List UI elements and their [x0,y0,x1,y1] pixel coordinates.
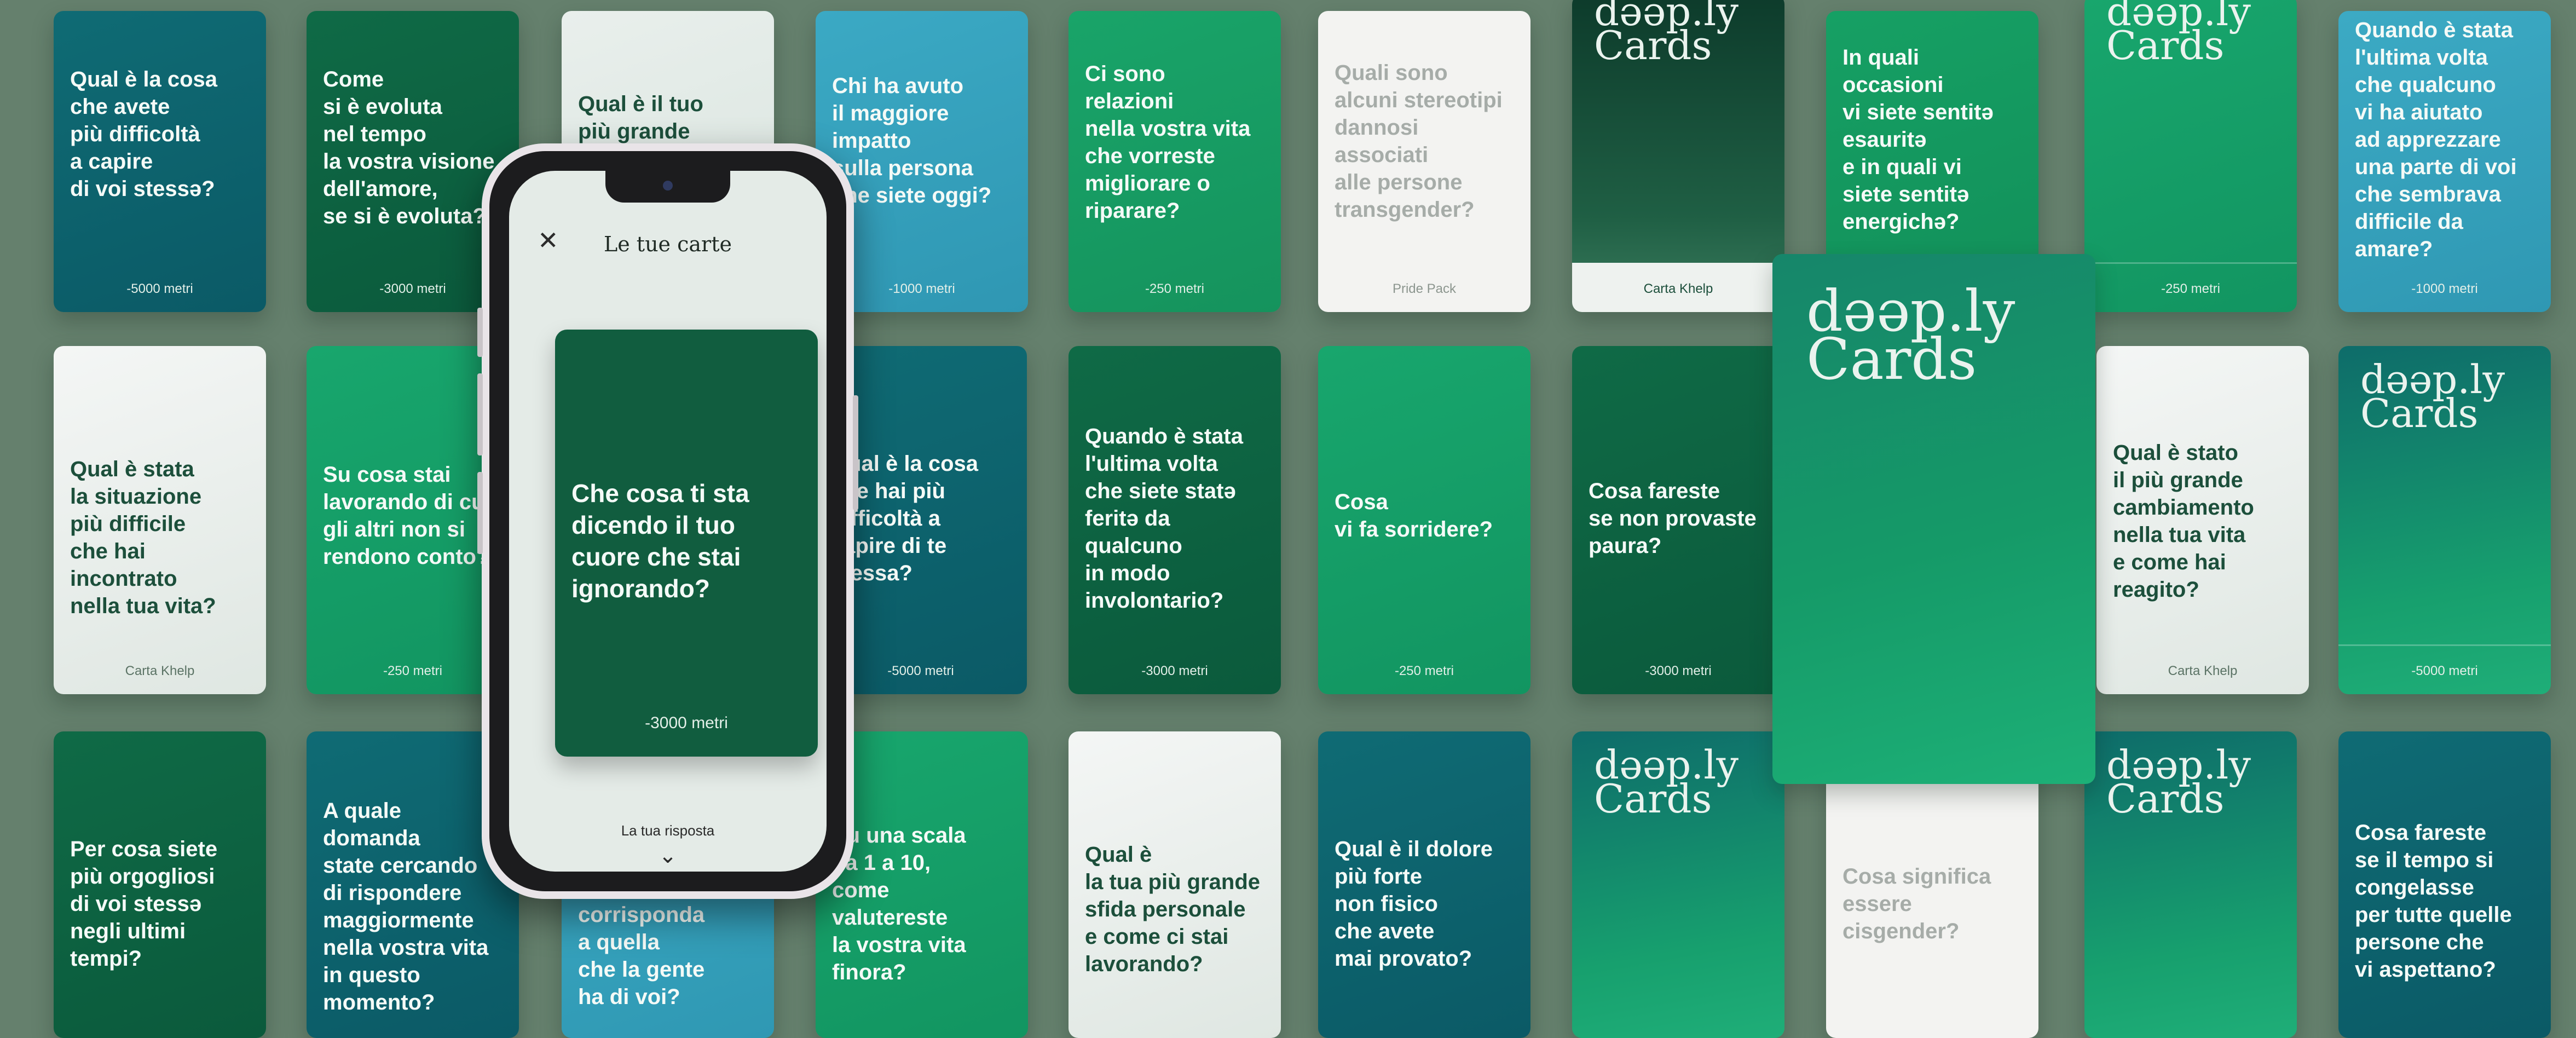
card-question: Cosa vi fa sorridere? [1335,490,1493,541]
question-card[interactable]: Quando è stata l'ultima volta che siete … [1068,346,1281,694]
card-question: Quali sono alcuni stereotipi dannosi ass… [1335,61,1503,222]
card-question: Qual è stata la situazione più difficile… [70,457,216,618]
brand-logo: dəəp.ly Cards [2106,742,2251,822]
brand-card[interactable]: dəəp.ly Cards [2084,731,2297,1038]
question-card[interactable]: Quali sono alcuni stereotipi dannosi ass… [1318,11,1530,312]
brand-card[interactable]: dəəp.ly Cards [1772,254,2095,784]
question-card[interactable]: Qual è stata la situazione più difficile… [54,346,266,694]
brand-card[interactable]: dəəp.ly Cards Carta Khelp [1572,0,1784,312]
card-question: Per cosa siete più orgogliosi di voi ste… [70,837,218,971]
card-question: Quando è stata l'ultima volta che qualcu… [2355,18,2517,261]
screen-title: Le tue carte [604,232,732,256]
card-footer-label: -5000 metri [126,281,193,296]
card-footer-label: -3000 metri [1141,664,1208,678]
chevron-down-icon[interactable]: ⌄ [509,843,827,868]
card-footer-label: -250 metri [1145,281,1205,296]
card-footer-label: Carta Khelp [125,664,195,678]
card-question: Su una scala da 1 a 10, come valutereste… [832,823,966,984]
brand-card[interactable]: dəəp.ly Cards -250 metri [2084,0,2297,312]
phone-notch [605,171,730,203]
card-footer-label: -1000 metri [2411,281,2478,296]
card-question: corrisponda a quella che la gente ha di … [578,903,705,1009]
card-question: Come si è evoluta nel tempo la vostra vi… [323,67,495,228]
question-card[interactable]: Qual è stato il più grande cambiamento n… [2096,346,2309,694]
question-card[interactable]: Cosa fareste se non provaste paura? -3000… [1572,346,1784,694]
question-card[interactable]: Qual è la cosa che avete più difficoltà … [54,11,266,312]
question-card[interactable]: Ci sono relazioni nella vostra vita che … [1068,11,1281,312]
brand-card[interactable]: dəəp.ly Cards -5000 metri [2338,346,2551,694]
brand-logo: dəəp.ly Cards [2106,0,2251,68]
card-question: Quando è stata l'ultima volta che siete … [1085,424,1243,613]
card-question: A quale domanda state cercando di rispon… [323,799,489,1014]
question-card[interactable]: Per cosa siete più orgogliosi di voi ste… [54,731,266,1038]
question-card[interactable]: Cosa vi fa sorridere? -250 metri [1318,346,1530,694]
card-question: Cosa significa essere cisgender? [1843,864,1991,943]
brand-logo: dəəp.ly Cards [2360,356,2505,436]
card-question: Che cosa ti sta dicendo il tuo cuore che… [571,479,749,603]
brand-logo: dəəp.ly Cards [1594,742,1738,822]
card-footer-label: Pride Pack [1392,281,1457,296]
phone-side-button [477,308,483,357]
card-question: Cosa fareste se non provaste paura? [1589,479,1757,558]
card-question: Qual è la cosa che avete più difficoltà … [70,67,218,201]
brand-card[interactable]: dəəp.ly Cards [1572,731,1784,1038]
card-question: Qual è la tua più grande sfida personale… [1085,843,1261,976]
card-footer-label: Carta Khelp [2168,664,2238,678]
phone-volume-up-button [477,373,483,455]
card-question: Chi ha avuto il maggiore impatto sulla p… [832,74,992,207]
camera-icon [663,181,673,191]
card-footer-label: -250 metri [2161,281,2221,296]
card-question: Qual è stato il più grande cambiamento n… [2113,441,2254,602]
card-divider [2084,262,2297,264]
card-divider [2338,644,2551,646]
question-card[interactable]: Qual è la tua più grande sfida personale… [1068,731,1281,1038]
card-depth-label: -3000 metri [645,714,728,732]
card-footer-label: Carta Khelp [1643,281,1713,296]
question-card[interactable]: Cosa fareste se il tempo si congelasse p… [2338,731,2551,1038]
current-question-card[interactable]: Che cosa ti sta dicendo il tuo cuore che… [555,330,818,757]
question-card[interactable]: Qual è il dolore più forte non fisico ch… [1318,731,1530,1038]
phone-volume-down-button [477,472,483,554]
card-footer-label: -3000 metri [1645,664,1712,678]
card-question: Qual è il dolore più forte non fisico ch… [1335,837,1493,971]
card-question: Cosa fareste se il tempo si congelasse p… [2355,821,2512,982]
question-card[interactable]: Quando è stata l'ultima volta che qualcu… [2338,11,2551,312]
phone-screen: ✕ Le tue carte Che cosa ti sta dicendo i… [509,171,827,872]
brand-logo: dəəp.ly Cards [1594,0,1738,68]
answer-label[interactable]: La tua risposta [509,822,827,839]
brand-logo: dəəp.ly Cards [1806,278,2015,393]
card-footer-label: -5000 metri [2411,664,2478,678]
card-wall: Qual è la cosa che avete più difficoltà … [0,0,2576,1038]
card-question: In quali occasioni vi siete sentitə esau… [1843,45,1994,234]
phone-power-button [853,395,858,510]
card-question: Ci sono relazioni nella vostra vita che … [1085,62,1251,223]
phone-frame: ✕ Le tue carte Che cosa ti sta dicendo i… [489,151,846,891]
card-question: Qual è la cosa che hai più difficoltà a … [831,452,979,585]
card-footer-label: -250 metri [1394,664,1454,678]
phone-mockup: ✕ Le tue carte Che cosa ti sta dicendo i… [477,143,858,899]
